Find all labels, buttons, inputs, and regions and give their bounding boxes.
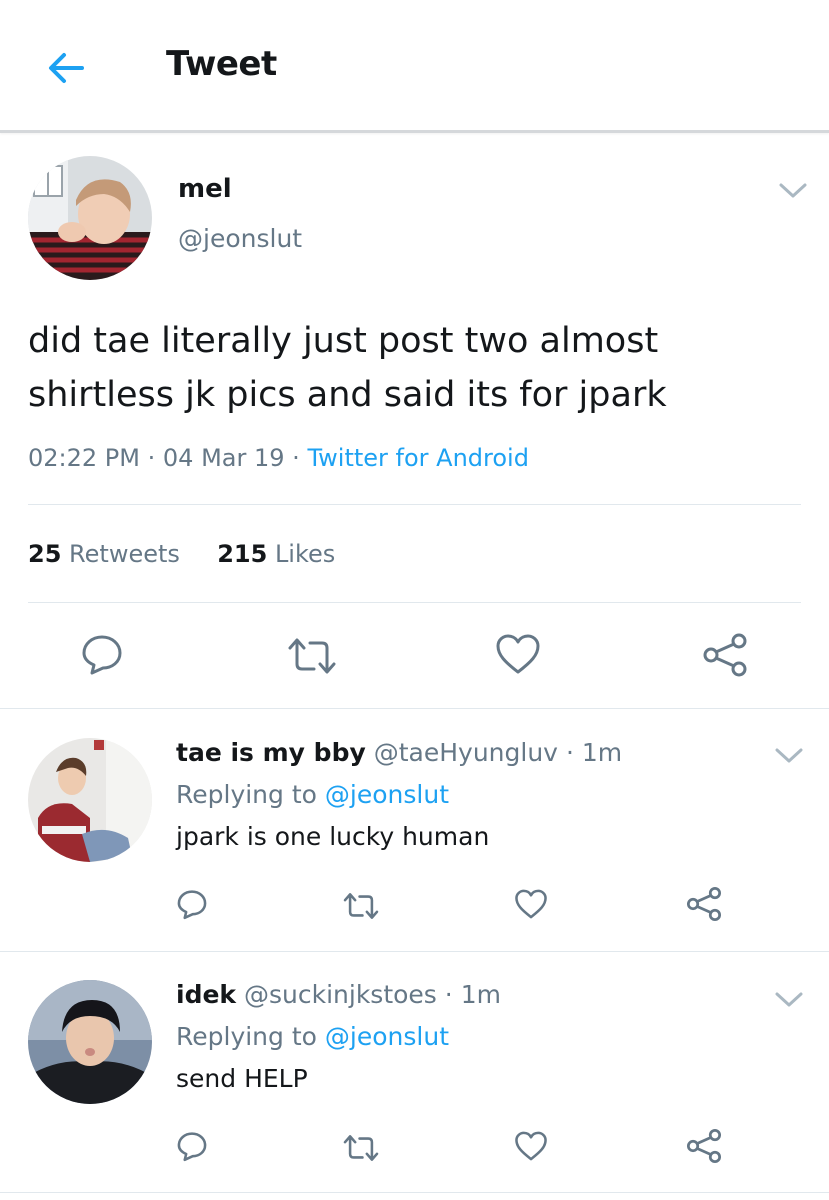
reply-author-name[interactable]: tae is my bby [176,738,366,767]
tweet-date: 04 Mar 19 [162,444,285,472]
reply-author-name[interactable]: idek [176,980,236,1009]
reply-header: tae is my bby @taeHyungluv · 1m [176,738,622,767]
reply-text: send HELP [176,1064,308,1093]
reply-icon[interactable] [80,632,124,680]
author-handle[interactable]: @jeonslut [178,224,302,253]
divider [0,708,829,709]
tweet-text: did tae literally just post two almost s… [28,321,667,415]
tweet-time: 02:22 PM [28,444,140,472]
author-avatar[interactable] [28,156,152,280]
replying-to: Replying to @jeonslut [176,1022,449,1051]
divider [28,504,801,505]
divider [28,602,801,603]
reply-author-handle[interactable]: @suckinjkstoes [244,980,437,1009]
chevron-down-icon[interactable] [774,990,804,1010]
share-icon[interactable] [686,1128,722,1168]
likes-stat[interactable]: 215 Likes [217,540,335,568]
divider [0,951,829,952]
replying-to-mention[interactable]: @jeonslut [325,1022,449,1051]
top-app-bar: Tweet [0,0,829,133]
reply-time: 1m [581,738,623,767]
retweet-icon[interactable] [342,890,380,926]
chevron-down-icon[interactable] [778,181,808,201]
reply-text: jpark is one lucky human [176,822,490,851]
meta-separator: · [147,444,156,472]
reply-avatar[interactable] [28,980,152,1104]
replying-to: Replying to @jeonslut [176,780,449,809]
author-name[interactable]: mel [178,174,232,204]
page-title: Tweet [166,44,277,84]
retweet-icon[interactable] [286,634,338,682]
like-icon[interactable] [514,888,548,924]
likes-count: 215 [217,540,268,568]
retweets-label: Retweets [69,540,180,568]
replying-prefix: Replying to [176,1022,317,1051]
like-icon[interactable] [495,632,541,680]
tweet-meta: 02:22 PM · 04 Mar 19 · Twitter for Andro… [28,444,529,472]
reply-time: 1m [460,980,501,1009]
meta-separator: · [444,980,453,1009]
tweet-source-link[interactable]: Twitter for Android [307,444,528,472]
meta-separator: · [292,444,300,472]
retweets-count: 25 [28,540,62,568]
likes-label: Likes [274,540,336,568]
replying-prefix: Replying to [176,780,317,809]
like-icon[interactable] [514,1130,548,1166]
retweets-stat[interactable]: 25 Retweets [28,540,180,568]
back-arrow-icon[interactable] [44,46,88,90]
chevron-down-icon[interactable] [774,746,804,766]
tweet-stats: 25 Retweets 215 Likes [28,540,335,568]
replying-to-mention[interactable]: @jeonslut [325,780,449,809]
meta-separator: · [565,738,574,767]
share-icon[interactable] [686,886,722,926]
divider [0,1192,829,1193]
reply-icon[interactable] [176,888,208,924]
reply-header: idek @suckinjkstoes · 1m [176,980,501,1009]
share-icon[interactable] [702,632,748,682]
reply-icon[interactable] [176,1130,208,1166]
reply-avatar[interactable] [28,738,152,862]
reply-author-handle[interactable]: @taeHyungluv [374,738,558,767]
retweet-icon[interactable] [342,1132,380,1168]
